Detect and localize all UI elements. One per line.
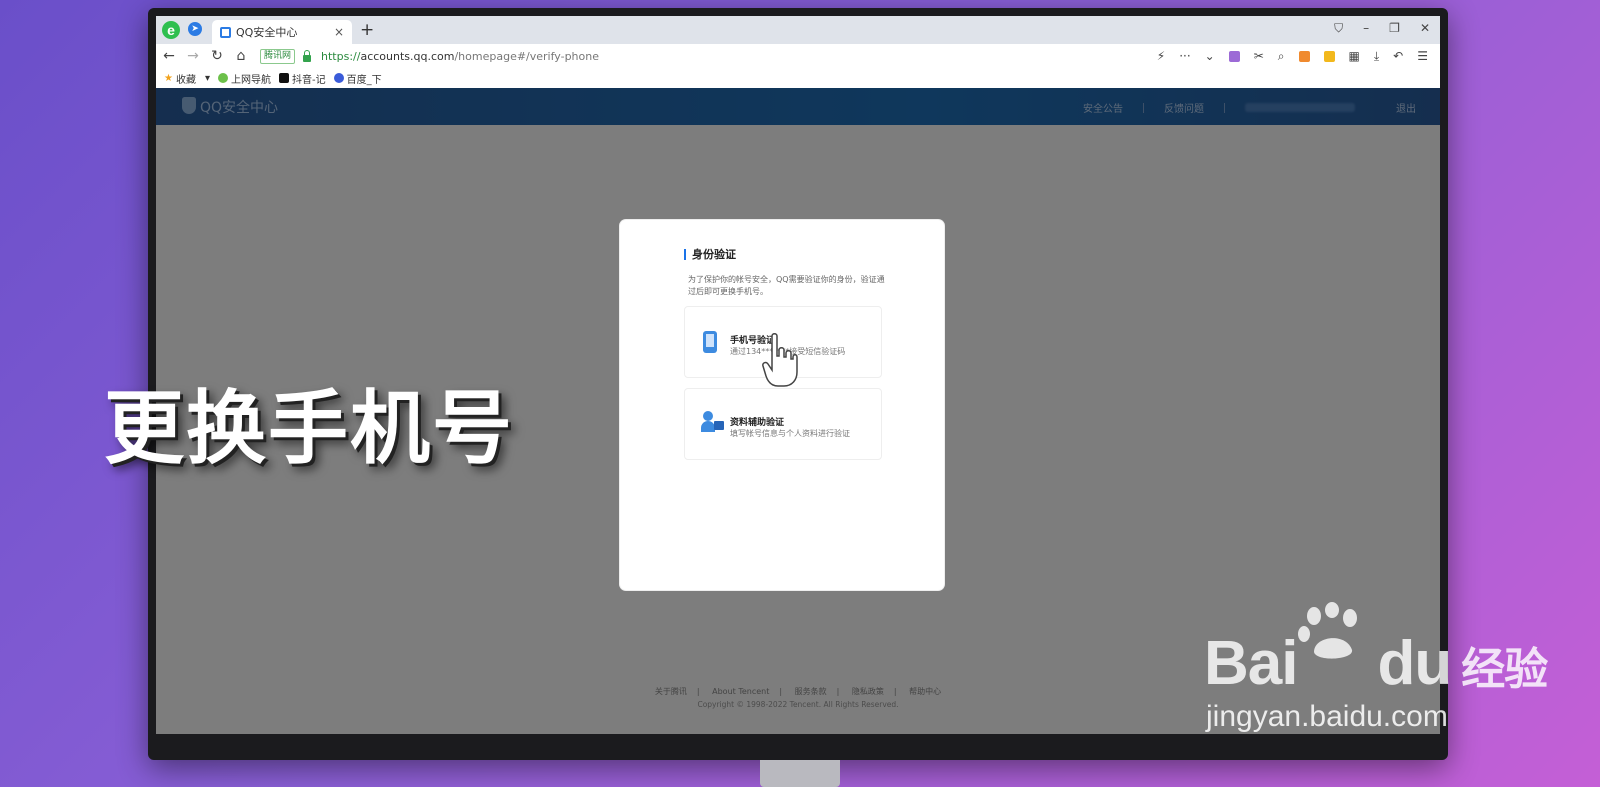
scissors-icon[interactable]: ✂ [1254, 49, 1264, 63]
url-scheme: https:// [321, 49, 361, 63]
bookmark-label: 抖音-记 [292, 74, 326, 86]
menu-icon[interactable]: ☰ [1417, 49, 1428, 63]
baidu-jingyan-logo: Bai du 经验 [1204, 628, 1548, 699]
undo-icon[interactable]: ↶ [1393, 49, 1403, 63]
pinned-tab-icon[interactable]: ➤ [188, 22, 202, 36]
footer-link[interactable]: 关于腾讯 [655, 687, 687, 696]
new-tab-button[interactable]: + [360, 20, 374, 40]
douyin-icon [279, 73, 289, 83]
restore-icon[interactable]: ❐ [1389, 21, 1400, 36]
site-header: QQ安全中心 安全公告 反馈问题 退出 [156, 88, 1440, 125]
reload-icon[interactable]: ↻ [206, 48, 228, 64]
qq-favicon-icon [220, 26, 231, 38]
fox-extension-icon[interactable] [1298, 50, 1310, 62]
home-icon[interactable]: ⌂ [230, 48, 252, 64]
more-icon[interactable]: ··· [1179, 49, 1190, 63]
bookmark-label: 收藏 [175, 74, 196, 86]
user-account-blurred[interactable] [1245, 103, 1355, 112]
lightning-icon[interactable]: ⚡ [1157, 49, 1165, 63]
option-title: 资料辅助验证 [730, 418, 785, 428]
watermark-brand-du: du [1377, 629, 1452, 698]
forward-icon[interactable]: → [182, 48, 204, 64]
nav-icon [218, 73, 228, 83]
browser-logo-icon: e [162, 21, 180, 39]
dialog-description: 为了保护你的帐号安全，QQ需要验证你的身份，验证通过后即可更换手机号。 [688, 275, 885, 296]
star-icon: ★ [164, 72, 173, 84]
tab-title: QQ安全中心 [236, 26, 298, 39]
bookmark-baidu[interactable]: 百度_下 [333, 71, 382, 86]
lock-icon [303, 49, 312, 62]
bookmark-douyin[interactable]: 抖音-记 [279, 71, 326, 86]
url-path: /homepage#/verify-phone [454, 49, 599, 63]
option-subtitle: 填写帐号信息与个人资料进行验证 [730, 429, 850, 438]
bookmark-nav[interactable]: 上网导航 [218, 71, 271, 86]
back-icon[interactable]: ← [158, 48, 180, 64]
monitor-stand [760, 760, 840, 787]
search-icon[interactable]: ⌕ [1278, 49, 1285, 64]
nav-divider [1224, 102, 1225, 113]
baidu-paw-icon [333, 73, 344, 83]
mobile-phone-icon [703, 331, 717, 353]
site-brand[interactable]: QQ安全中心 [200, 97, 278, 117]
apps-grid-icon[interactable]: ▦ [1349, 49, 1360, 63]
person-card-icon [701, 411, 725, 435]
hand-pointer-icon [762, 333, 798, 387]
bookmark-label: 上网导航 [231, 74, 271, 86]
bookmark-label: 百度_下 [346, 74, 382, 86]
tab-close-icon[interactable]: × [334, 25, 344, 39]
profile-verify-option[interactable]: 资料辅助验证 填写帐号信息与个人资料进行验证 [684, 388, 882, 460]
caret-down-icon: ▾ [204, 72, 210, 84]
footer-link[interactable]: 服务条款 [795, 687, 827, 696]
tab-qq-security[interactable]: QQ安全中心 × [212, 20, 352, 44]
dialog-title: 身份验证 [684, 249, 736, 260]
navigation-bar: ← → ↻ ⌂ 腾讯网 https:// accounts.qq.com /ho… [156, 44, 1440, 68]
nav-logout[interactable]: 退出 [1396, 100, 1416, 115]
nav-divider [1143, 102, 1144, 113]
minimize-icon[interactable]: – [1363, 21, 1369, 36]
footer-link[interactable]: 隐私政策 [852, 687, 884, 696]
bookmark-favorites[interactable]: ★ 收藏 ▾ [164, 71, 210, 86]
chevron-down-icon[interactable]: ⌄ [1205, 49, 1215, 63]
watermark-brand: Bai [1204, 629, 1298, 698]
nav-divider [1375, 103, 1376, 113]
nav-feedback[interactable]: 反馈问题 [1164, 100, 1204, 115]
site-badge: 腾讯网 [260, 48, 296, 64]
footer-link[interactable]: 帮助中心 [909, 687, 941, 696]
download-icon[interactable]: ⤓ [1374, 49, 1379, 64]
nav-security-notice[interactable]: 安全公告 [1083, 100, 1123, 115]
toolbar-icons: ⚡ ··· ⌄ ✂ ⌕ ▦ ⤓ ↶ ☰ [1157, 49, 1428, 64]
url-host: accounts.qq.com [360, 49, 455, 63]
shield-extension-icon[interactable] [1323, 50, 1335, 62]
window-controls: ⛉ – ❐ ✕ [1334, 21, 1430, 36]
bookmarks-bar: ★ 收藏 ▾ 上网导航 抖音-记 百度_下 [156, 68, 1440, 89]
extension-icon[interactable] [1228, 50, 1240, 62]
skin-icon[interactable]: ⛉ [1334, 21, 1343, 36]
tab-strip: e ➤ QQ安全中心 × + ⛉ – ❐ ✕ [156, 16, 1440, 44]
header-nav: 安全公告 反馈问题 退出 [1083, 100, 1416, 115]
address-bar[interactable]: 腾讯网 https:// accounts.qq.com /homepage#/… [260, 46, 1140, 66]
identity-verification-dialog: 身份验证 为了保护你的帐号安全，QQ需要验证你的身份，验证通过后即可更换手机号。… [620, 220, 944, 590]
shield-icon [182, 97, 196, 114]
watermark-url: jingyan.baidu.com [1206, 700, 1448, 733]
footer-link[interactable]: About Tencent [712, 687, 769, 696]
watermark-cn: 经验 [1461, 644, 1548, 695]
video-caption: 更换手机号 [104, 382, 514, 475]
close-window-icon[interactable]: ✕ [1420, 21, 1430, 36]
